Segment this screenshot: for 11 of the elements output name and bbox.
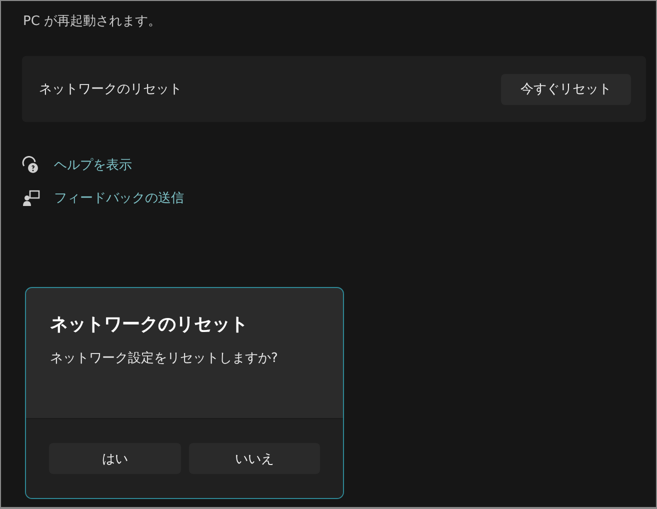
help-icon — [22, 156, 40, 174]
dialog-title: ネットワークのリセット — [50, 313, 249, 336]
reset-now-button[interactable]: 今すぐリセット — [501, 74, 631, 104]
feedback-link[interactable]: フィードバックの送信 — [54, 189, 184, 207]
no-button[interactable]: いいえ — [188, 443, 320, 474]
notice-text: PC が再起動されます。 — [23, 13, 162, 31]
reset-label: ネットワークのリセット — [39, 81, 182, 98]
dialog-message: ネットワーク設定をリセットしますか? — [50, 350, 279, 367]
feedback-icon — [22, 189, 40, 207]
help-link[interactable]: ヘルプを表示 — [54, 156, 132, 174]
yes-button[interactable]: はい — [49, 443, 180, 474]
